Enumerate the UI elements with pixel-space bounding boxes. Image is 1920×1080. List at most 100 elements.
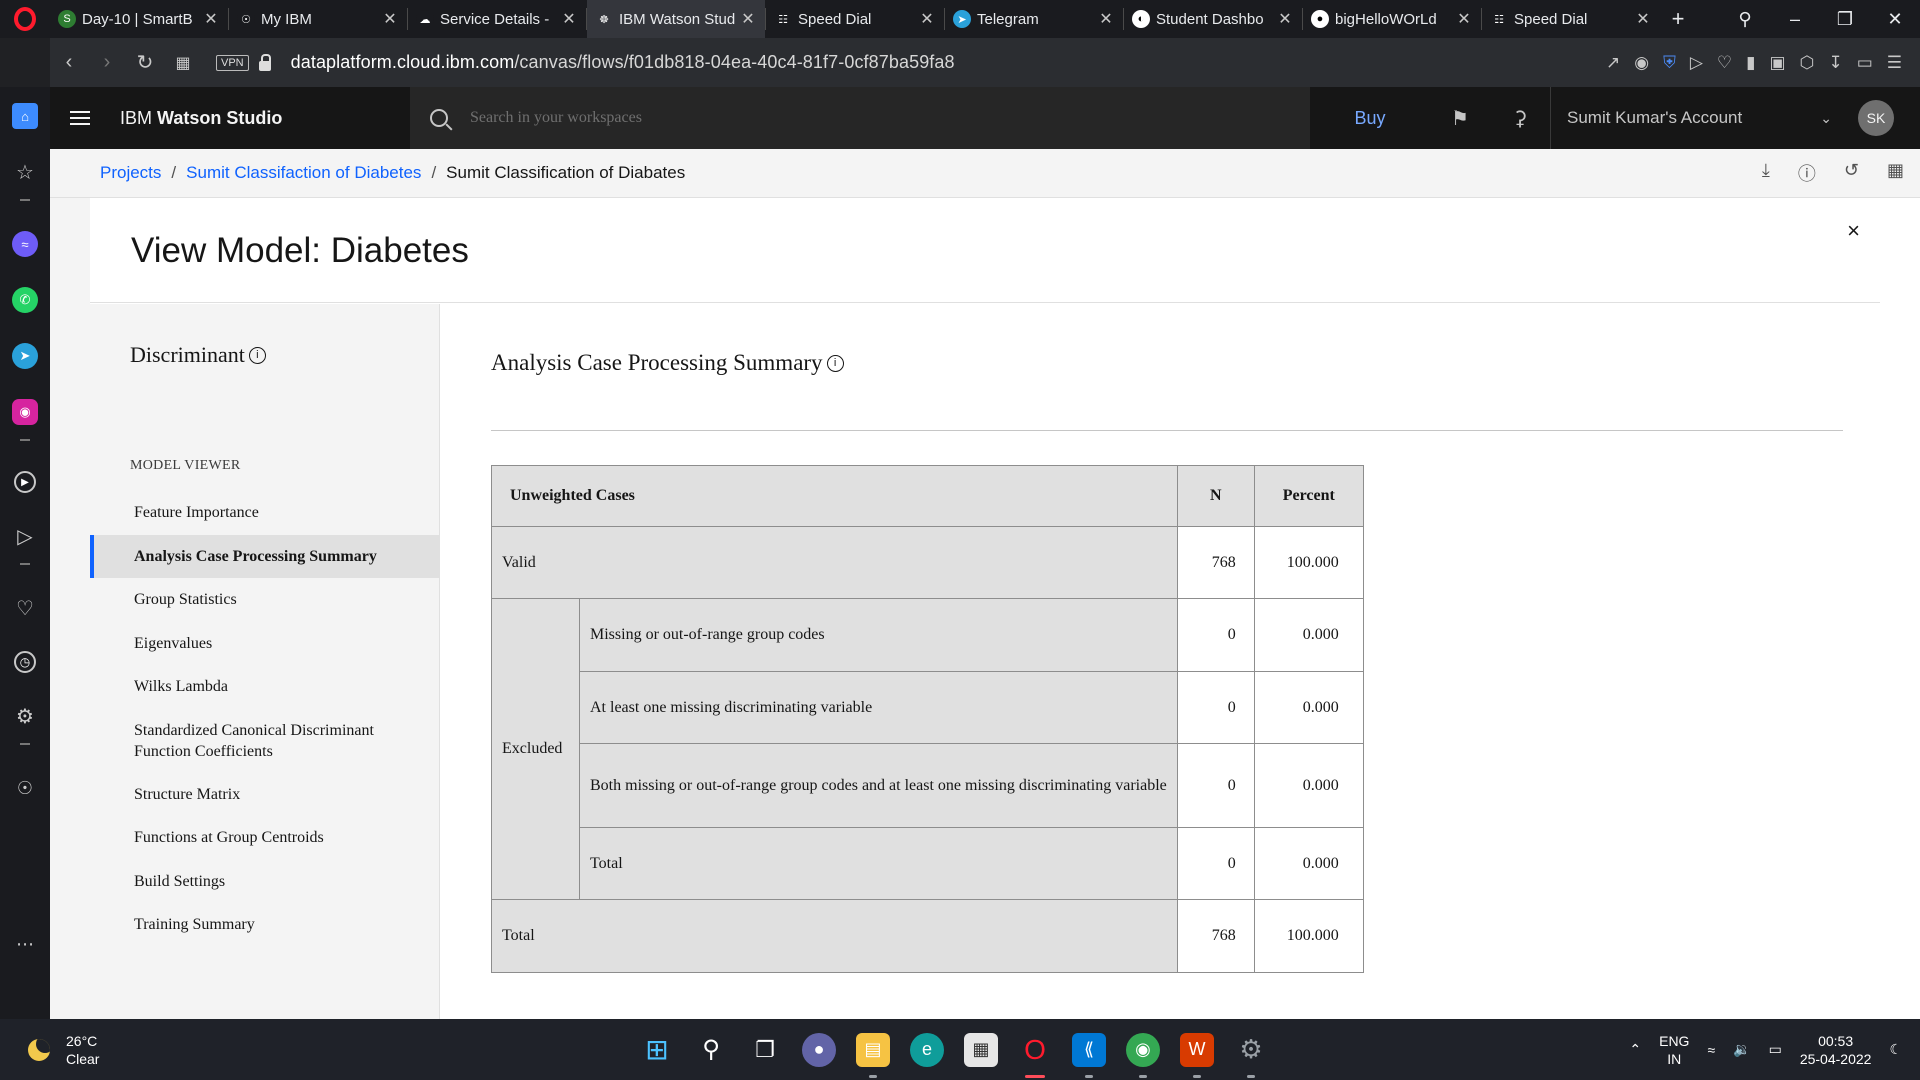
file-explorer-icon[interactable]: ▤	[856, 1032, 890, 1078]
extension-icon[interactable]: ▣	[1770, 53, 1786, 73]
tab-close-icon[interactable]: ✕	[1276, 9, 1294, 29]
teams-chat-icon[interactable]: ●	[802, 1032, 836, 1067]
model-viewer-item[interactable]: Feature Importance	[90, 491, 440, 535]
breadcrumb-projects[interactable]: Projects	[100, 163, 161, 183]
browser-tab[interactable]: ☸ IBM Watson Stud ✕	[587, 0, 765, 38]
history-icon[interactable]: ◷	[14, 651, 36, 673]
opera-icon[interactable]: O	[1018, 1033, 1052, 1078]
breadcrumb-project[interactable]: Sumit Classifaction of Diabetes	[186, 163, 421, 183]
speed-dial-icon[interactable]: ▦	[164, 53, 202, 73]
search-icon[interactable]: ⚲	[694, 1033, 728, 1067]
restore-button[interactable]: ❐	[1820, 9, 1870, 30]
tab-close-icon[interactable]: ✕	[1634, 9, 1652, 29]
download-icon[interactable]: ⤓	[1762, 160, 1770, 186]
tab-close-icon[interactable]: ✕	[918, 9, 936, 29]
model-viewer-item[interactable]: Standardized Canonical Discriminant Func…	[90, 709, 440, 773]
wifi-icon[interactable]: ≈	[1707, 1042, 1715, 1058]
chevron-up-icon[interactable]: ⌃	[1629, 1041, 1641, 1058]
messenger-icon[interactable]: ≈	[12, 231, 38, 257]
history-icon[interactable]: ↺	[1844, 160, 1859, 186]
lock-icon[interactable]	[258, 53, 271, 71]
cube-icon[interactable]: ⬡	[1800, 53, 1815, 73]
browser-tab[interactable]: ☷ Speed Dial ✕	[1482, 0, 1660, 38]
browser-tab[interactable]: ☷ Speed Dial ✕	[766, 0, 944, 38]
focus-assist-icon[interactable]: ☾	[1889, 1041, 1902, 1058]
settings-icon[interactable]: ⚙	[1234, 1033, 1268, 1078]
info-icon[interactable]: i	[248, 347, 266, 364]
notification-bell-icon[interactable]: ⚳	[1490, 106, 1550, 131]
info-icon[interactable]: ⓘ	[1798, 160, 1816, 186]
windows-start-icon[interactable]: ⊞	[640, 1033, 674, 1067]
browser-tab[interactable]: S Day-10 | SmartB ✕	[50, 0, 228, 38]
camera-icon[interactable]: ◉	[1634, 53, 1649, 73]
battery-icon[interactable]: ▭	[1857, 53, 1873, 73]
browser-tab[interactable]: ● bigHelloWOrLd ✕	[1303, 0, 1481, 38]
model-viewer-item[interactable]: Functions at Group Centroids	[90, 816, 440, 860]
reload-button[interactable]: ↻	[126, 50, 164, 75]
close-icon[interactable]: ×	[1847, 218, 1860, 244]
back-button[interactable]: ‹	[50, 51, 88, 74]
download-icon[interactable]: ↧	[1828, 53, 1842, 73]
browser-tab[interactable]: ➤ Telegram ✕	[945, 0, 1123, 38]
browser-tab[interactable]: ☁ Service Details - ✕	[408, 0, 586, 38]
more-icon[interactable]: ⋯	[12, 931, 38, 957]
office-icon[interactable]: W	[1180, 1032, 1214, 1078]
minimize-button[interactable]: –	[1770, 9, 1820, 30]
browser-tab[interactable]: ☉ My IBM ✕	[229, 0, 407, 38]
settings-grid-icon[interactable]: ▦	[1887, 160, 1904, 186]
home-icon[interactable]: ⌂	[12, 103, 38, 129]
chrome-icon[interactable]: ◉	[1126, 1032, 1160, 1078]
hamburger-menu-icon[interactable]	[50, 111, 110, 125]
forward-button[interactable]: ›	[88, 51, 126, 74]
url-field[interactable]: dataplatform.cloud.ibm.com/canvas/flows/…	[291, 52, 955, 73]
store-icon[interactable]: ▦	[964, 1032, 998, 1067]
avatar[interactable]: SK	[1858, 100, 1894, 136]
product-name[interactable]: IBM Watson Studio	[110, 108, 410, 129]
share-icon[interactable]: ↗	[1606, 53, 1620, 73]
instagram-icon[interactable]: ◉	[12, 399, 38, 425]
edge-icon[interactable]: e	[910, 1032, 944, 1067]
workspace-search-input[interactable]	[470, 109, 1270, 127]
new-tab-button[interactable]: +	[1660, 0, 1696, 38]
shield-icon[interactable]: ⛨	[1663, 53, 1676, 73]
settings-icon[interactable]: ⚙	[12, 703, 38, 729]
wallet-icon[interactable]: ▮	[1746, 53, 1755, 73]
tab-close-icon[interactable]: ✕	[202, 9, 220, 29]
player-icon[interactable]: ▶	[14, 471, 36, 493]
vscode-icon[interactable]: ⟪	[1072, 1032, 1106, 1078]
tab-close-icon[interactable]: ✕	[381, 9, 399, 29]
star-icon[interactable]: ☆	[12, 159, 38, 185]
vpn-badge[interactable]: VPN	[216, 54, 249, 71]
buy-link[interactable]: Buy	[1310, 108, 1430, 129]
tab-close-icon[interactable]: ✕	[1097, 9, 1115, 29]
tab-search-icon[interactable]: ⚲	[1720, 9, 1770, 30]
model-viewer-item[interactable]: Training Summary	[90, 903, 440, 947]
send-icon[interactable]: ▷	[1690, 53, 1703, 73]
info-icon[interactable]: i	[826, 355, 844, 372]
volume-icon[interactable]: 🔉	[1733, 1041, 1750, 1058]
model-viewer-item[interactable]: Structure Matrix	[90, 773, 440, 817]
model-viewer-item[interactable]: Build Settings	[90, 860, 440, 904]
telegram-icon[interactable]: ➤	[12, 343, 38, 369]
pinboard-heart-icon[interactable]: ♡	[12, 595, 38, 621]
model-viewer-item[interactable]: Group Statistics	[90, 578, 440, 622]
model-viewer-item[interactable]: Eigenvalues	[90, 622, 440, 666]
flow-icon[interactable]: ▷	[12, 523, 38, 549]
browser-tab[interactable]: ◐ Student Dashbo ✕	[1124, 0, 1302, 38]
model-viewer-item[interactable]: Wilks Lambda	[90, 665, 440, 709]
easy-setup-icon[interactable]: ☰	[1887, 53, 1902, 73]
clock[interactable]: 00:53 25-04-2022	[1800, 1032, 1872, 1068]
signpost-icon[interactable]: ⚑	[1430, 106, 1490, 131]
language-indicator[interactable]: ENG IN	[1659, 1032, 1689, 1068]
model-viewer-item[interactable]: Analysis Case Processing Summary	[90, 534, 440, 578]
battery-icon[interactable]: ▭	[1769, 1041, 1782, 1058]
lightbulb-icon[interactable]: ☉	[12, 775, 38, 801]
tab-close-icon[interactable]: ✕	[1455, 9, 1473, 29]
whatsapp-icon[interactable]: ✆	[12, 287, 38, 313]
tab-close-icon[interactable]: ✕	[739, 9, 757, 29]
weather-widget[interactable]: 26°C Clear	[0, 1032, 300, 1068]
close-window-button[interactable]: ✕	[1870, 9, 1920, 30]
heart-icon[interactable]: ♡	[1717, 53, 1732, 73]
tab-close-icon[interactable]: ✕	[560, 9, 578, 29]
task-view-icon[interactable]: ❐	[748, 1033, 782, 1067]
